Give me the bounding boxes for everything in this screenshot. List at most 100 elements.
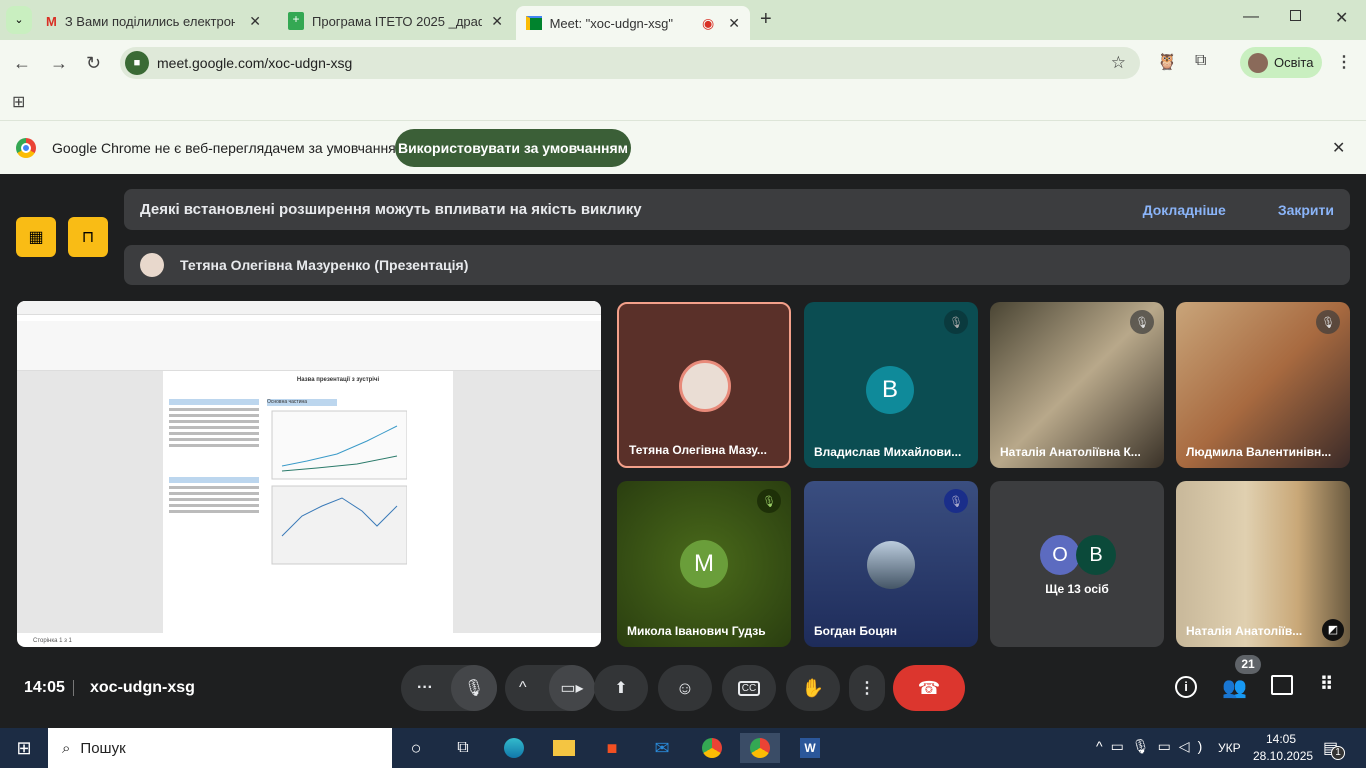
apps-icon[interactable]: ⊞: [12, 92, 25, 112]
meet-icon: [526, 16, 542, 30]
participant-tile[interactable]: 🎙 В Владислав Михайлови...: [804, 302, 978, 468]
task-view-icon: ⧉: [457, 739, 469, 756]
edge-icon: [504, 738, 524, 758]
raise-hand-button[interactable]: ✋: [786, 665, 840, 711]
learn-more-link[interactable]: Докладніше: [1143, 202, 1226, 218]
present-button[interactable]: ⬆: [594, 665, 648, 711]
present-screen-icon: ⬆: [614, 680, 628, 697]
maximize-button[interactable]: [1290, 10, 1301, 21]
folder-icon: [553, 740, 575, 756]
reload-button[interactable]: ↻: [86, 53, 101, 74]
close-window-button[interactable]: ✕: [1335, 8, 1348, 28]
door-icon: ⊓: [81, 229, 95, 246]
word-icon: W: [800, 738, 820, 758]
participant-tile[interactable]: Тетяна Олегівна Мазу...: [617, 302, 791, 468]
extension-icon[interactable]: 🦉: [1157, 52, 1177, 72]
cortana-button[interactable]: ○: [396, 733, 436, 763]
leave-call-button[interactable]: ☎: [893, 665, 965, 711]
menu-button[interactable]: ⋮: [1336, 52, 1352, 72]
extensions-puzzle-icon[interactable]: ⧉: [1195, 52, 1206, 70]
chrome-app-active[interactable]: [740, 733, 780, 763]
camera-icon: ▭▸: [560, 680, 584, 697]
avatar: В: [1076, 535, 1116, 575]
presentation-screen[interactable]: Назва презентації з зустрічі Основна час…: [17, 301, 601, 647]
more-options-button[interactable]: ⋮: [849, 665, 885, 711]
mic-off-icon: 🎙: [944, 489, 968, 513]
pip-icon[interactable]: ◩: [1322, 619, 1344, 641]
profile-button[interactable]: Освіта: [1240, 47, 1322, 78]
participant-tile[interactable]: 🎙 Людмила Валентинівн...: [1176, 302, 1350, 468]
avatar: [1248, 52, 1268, 73]
mic-off-icon: 🎙: [1130, 310, 1154, 334]
gmail-icon: M: [46, 13, 57, 29]
close-banner-link[interactable]: Закрити: [1278, 202, 1334, 218]
tab-gmail[interactable]: M З Вами поділились електронн ✕: [36, 6, 271, 36]
mic-off-icon: 🎙: [757, 489, 781, 513]
more-participants-tile[interactable]: О В Ще 13 осіб: [990, 481, 1164, 647]
recording-icon: ◉: [702, 14, 715, 31]
mic-off-icon: 🎙: [944, 310, 968, 334]
camera-button[interactable]: ▭▸: [549, 665, 595, 711]
captions-button[interactable]: CC: [722, 665, 776, 711]
close-tab-icon[interactable]: ✕: [249, 13, 261, 30]
more-audio-options-icon[interactable]: ···: [417, 679, 433, 697]
address-bar[interactable]: ■ meet.google.com/xoc-udgn-xsg ☆: [120, 47, 1140, 79]
camera-off-icon: ▦: [28, 229, 44, 246]
mic-control[interactable]: ··· 🎙: [401, 665, 497, 711]
mic-button[interactable]: 🎙: [451, 665, 497, 711]
task-view-button[interactable]: ⧉: [443, 733, 483, 763]
taskbar-search[interactable]: ⌕ Пошук: [48, 728, 392, 768]
activities-button[interactable]: ⠿: [1320, 674, 1333, 695]
captions-icon: CC: [737, 680, 761, 696]
apps-grid-icon: ⠿: [1320, 674, 1334, 694]
set-default-button[interactable]: Використовувати за умовчанням: [395, 129, 631, 167]
tab-search-button[interactable]: ⌄: [6, 6, 32, 34]
minimize-button[interactable]: —: [1243, 8, 1259, 26]
chrome-app[interactable]: [692, 733, 732, 763]
avatar: [140, 253, 164, 277]
participant-tile[interactable]: 🎙 Богдан Боцян: [804, 481, 978, 647]
extension-camera-off-button[interactable]: ▦: [16, 217, 56, 257]
store-app[interactable]: ■: [592, 733, 632, 763]
chat-button[interactable]: [1271, 675, 1293, 695]
reactions-button[interactable]: ☺: [658, 665, 712, 711]
close-tab-icon[interactable]: ✕: [491, 13, 503, 30]
new-tab-button[interactable]: +: [760, 8, 772, 31]
extension-leave-button[interactable]: ⊓: [68, 217, 108, 257]
notifications-button[interactable]: ▤ 1: [1323, 738, 1345, 760]
forward-button[interactable]: →: [50, 53, 68, 74]
star-icon[interactable]: ☆: [1111, 53, 1126, 73]
word-app[interactable]: W: [790, 733, 830, 763]
start-button[interactable]: ⊞: [4, 733, 44, 763]
chevron-up-icon[interactable]: ^: [519, 679, 527, 697]
tray-icons[interactable]: ^▭🎙▭◁): [1096, 738, 1210, 755]
extensions-warning-banner: Деякі встановлені розширення можуть впли…: [124, 189, 1350, 230]
people-icon: 👥: [1222, 677, 1247, 699]
back-button[interactable]: ←: [13, 53, 31, 74]
mail-app[interactable]: ✉: [642, 733, 682, 763]
avatar: [867, 541, 915, 589]
participant-count-badge: 21: [1235, 655, 1261, 674]
meeting-info-button[interactable]: i: [1175, 676, 1197, 698]
divider: [73, 680, 74, 696]
close-tab-icon[interactable]: ✕: [728, 15, 740, 32]
chrome-icon: [702, 738, 722, 758]
people-button[interactable]: 👥: [1222, 675, 1247, 700]
avatar: О: [1040, 535, 1080, 575]
participant-tile[interactable]: 🎙 М Микола Іванович Гудзь: [617, 481, 791, 647]
camera-control[interactable]: ^ ▭▸: [505, 665, 595, 711]
edge-app[interactable]: [494, 733, 534, 763]
sheets-icon: +: [288, 12, 304, 30]
document-chart: [271, 410, 408, 565]
emoji-icon: ☺: [675, 677, 695, 698]
mail-icon: ✉: [654, 737, 670, 758]
presenter-banner: Тетяна Олегівна Мазуренко (Презентація): [124, 245, 1350, 285]
tab-sheets[interactable]: + Програма ІТЕТО 2025 _драфт - ✕: [278, 6, 513, 36]
explorer-app[interactable]: [544, 733, 584, 763]
close-infobar-icon[interactable]: ✕: [1332, 138, 1345, 158]
participant-tile[interactable]: Наталія Анатоліїв... ◩: [1176, 481, 1350, 647]
chrome-icon: [16, 138, 36, 158]
participant-tile[interactable]: 🎙 Наталія Анатоліївна К...: [990, 302, 1164, 468]
windows-icon: ⊞: [16, 737, 32, 758]
tab-meet[interactable]: Meet: "xoc-udgn-xsg" ◉ ✕: [516, 6, 750, 40]
